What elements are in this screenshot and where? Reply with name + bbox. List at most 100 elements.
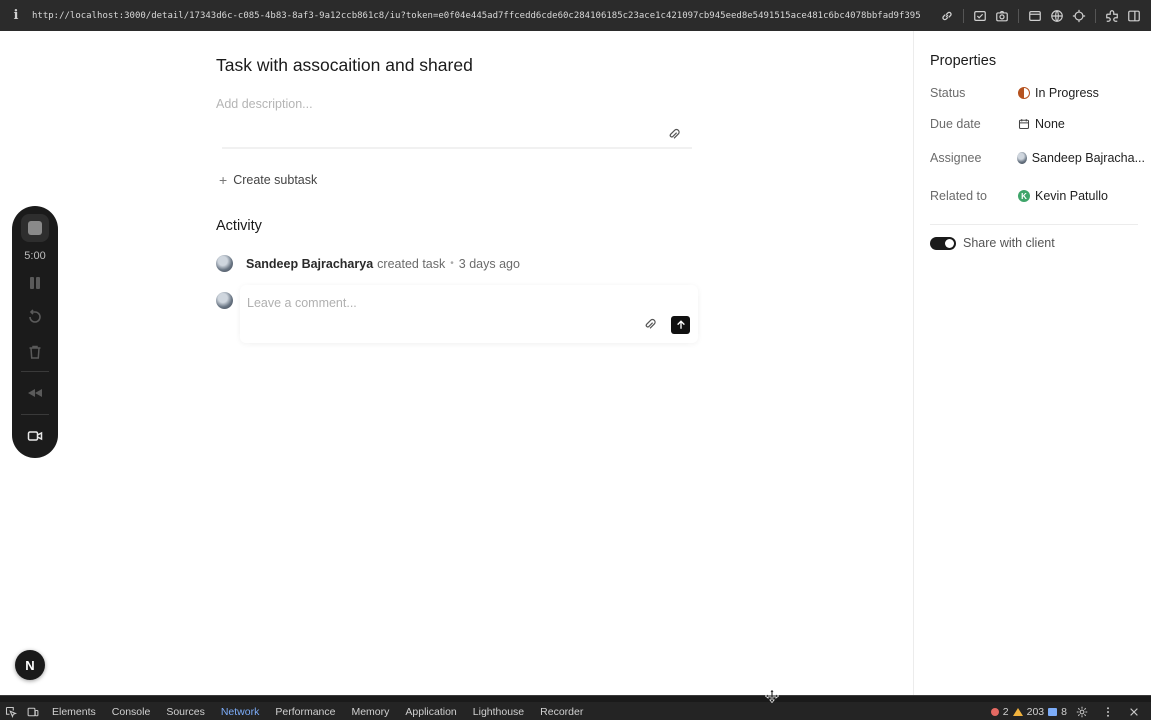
properties-divider: [930, 224, 1138, 225]
avatar: [216, 255, 233, 272]
paperclip-icon[interactable]: [667, 127, 681, 141]
toolbar-divider: [1018, 8, 1019, 23]
assignee-select[interactable]: Sandeep Bajracha...: [1016, 151, 1145, 165]
status-value: In Progress: [1035, 86, 1099, 100]
assignee-row: Assignee Sandeep Bajracha...: [930, 148, 1145, 168]
crosshair-icon[interactable]: [1068, 0, 1090, 31]
warning-icon: [1012, 708, 1023, 716]
due-date-value: None: [1035, 117, 1065, 131]
related-to-label: Related to: [930, 189, 987, 203]
related-to-row: Related to K Kevin Patullo: [930, 186, 1145, 206]
devtools-tab-application[interactable]: Application: [397, 706, 464, 718]
sidebar-toggle-icon[interactable]: [1123, 0, 1145, 31]
message-icon: [1048, 708, 1058, 716]
warning-count[interactable]: 203: [1027, 706, 1045, 718]
activity-time: 3 days ago: [458, 256, 520, 271]
devtools-tab-recorder[interactable]: Recorder: [532, 706, 591, 718]
devtools-tab-console[interactable]: Console: [104, 706, 159, 718]
recording-timer: 5:00: [24, 250, 46, 262]
create-subtask-label: Create subtask: [233, 173, 318, 187]
globe-icon[interactable]: [1046, 0, 1068, 31]
due-date-picker[interactable]: None: [1018, 117, 1065, 131]
status-select[interactable]: In Progress: [1018, 86, 1099, 100]
devtools-resize-handle[interactable]: [0, 696, 1151, 702]
create-subtask-button[interactable]: + Create subtask: [219, 172, 317, 188]
send-comment-button[interactable]: [671, 316, 690, 334]
browser-toolbar: i http://localhost:3000/detail/17343d6c-…: [0, 0, 1151, 31]
due-date-label: Due date: [930, 117, 981, 131]
camera-icon[interactable]: [991, 0, 1013, 31]
paperclip-icon[interactable]: [643, 317, 657, 331]
devtools-panel: Elements Console Sources Network Perform…: [0, 695, 1151, 720]
move-cursor-icon: [764, 688, 780, 704]
devtools-tab-lighthouse[interactable]: Lighthouse: [465, 706, 532, 718]
related-to-select[interactable]: K Kevin Patullo: [1018, 189, 1108, 203]
device-toolbar-icon[interactable]: [22, 703, 44, 721]
recorder-divider: [21, 371, 49, 372]
inspect-element-icon[interactable]: [0, 703, 22, 721]
site-info-icon[interactable]: i: [0, 8, 32, 23]
devtools-tab-memory[interactable]: Memory: [343, 706, 397, 718]
screen-recorder-controls: 5:00: [12, 206, 58, 458]
pause-icon[interactable]: [25, 273, 45, 293]
devtools-tab-network[interactable]: Network: [213, 706, 268, 718]
comment-input[interactable]: [247, 296, 627, 310]
devtools-tabs: Elements Console Sources Network Perform…: [0, 703, 591, 721]
arrow-up-icon: [676, 320, 685, 329]
link-icon[interactable]: [936, 0, 958, 31]
extensions-icon[interactable]: [1101, 0, 1123, 31]
toolbar-icons: [936, 0, 1145, 31]
devtools-tab-elements[interactable]: Elements: [44, 706, 104, 718]
in-progress-icon: [1018, 87, 1030, 99]
toolbar-divider: [963, 8, 964, 23]
properties-heading: Properties: [930, 53, 997, 69]
devtools-tab-sources[interactable]: Sources: [158, 706, 213, 718]
stop-recording-button[interactable]: [21, 214, 49, 242]
status-row: Status In Progress: [930, 83, 1145, 103]
description-divider: [222, 147, 692, 149]
recorder-divider: [21, 414, 49, 415]
window-icon[interactable]: [1024, 0, 1046, 31]
address-bar[interactable]: http://localhost:3000/detail/17343d6c-c0…: [32, 11, 920, 21]
share-toggle[interactable]: [930, 236, 956, 250]
due-date-row: Due date None: [930, 114, 1145, 134]
avatar: [216, 292, 233, 309]
share-with-client-row: Share with client: [930, 236, 1055, 250]
plus-icon: +: [219, 172, 228, 188]
status-label: Status: [930, 86, 966, 100]
settings-gear-icon[interactable]: [1071, 703, 1093, 721]
avatar: K: [1018, 190, 1030, 202]
nextjs-dev-badge[interactable]: N: [15, 650, 45, 680]
devtools-tab-performance[interactable]: Performance: [267, 706, 343, 718]
related-to-value: Kevin Patullo: [1035, 189, 1108, 203]
assignee-value: Sandeep Bajracha...: [1031, 151, 1145, 165]
description-field[interactable]: Add description...: [216, 97, 313, 111]
share-label: Share with client: [963, 236, 1055, 250]
comment-composer: [240, 285, 698, 343]
rewind-icon[interactable]: [25, 383, 45, 403]
activity-heading: Activity: [216, 218, 262, 234]
error-icon: [990, 708, 999, 716]
activity-entry: Sandeep Bajracharya created task • 3 day…: [216, 255, 520, 272]
assignee-label: Assignee: [930, 151, 982, 165]
task-title[interactable]: Task with assocaition and shared: [216, 55, 473, 76]
camera-video-icon[interactable]: [25, 426, 45, 446]
calendar-icon: [1018, 119, 1030, 130]
toggle-knob: [945, 238, 954, 248]
error-count[interactable]: 2: [1003, 706, 1009, 718]
restart-icon[interactable]: [25, 307, 45, 327]
trash-icon[interactable]: [25, 342, 45, 362]
avatar: [1016, 152, 1027, 164]
properties-panel: Properties Status In Progress Due date N…: [913, 31, 1151, 695]
more-options-icon[interactable]: [1097, 703, 1119, 721]
separator-dot: •: [450, 258, 454, 269]
screen-capture-icon[interactable]: [969, 0, 991, 31]
stop-icon: [28, 221, 42, 235]
close-devtools-icon[interactable]: [1123, 703, 1145, 721]
task-detail-main: Task with assocaition and shared Add des…: [0, 31, 913, 695]
activity-user[interactable]: Sandeep Bajracharya: [246, 257, 373, 271]
toolbar-divider: [1095, 8, 1096, 23]
activity-action: created task: [377, 256, 446, 271]
message-count[interactable]: 8: [1061, 706, 1067, 718]
devtools-status: 2 203 8: [990, 703, 1145, 721]
